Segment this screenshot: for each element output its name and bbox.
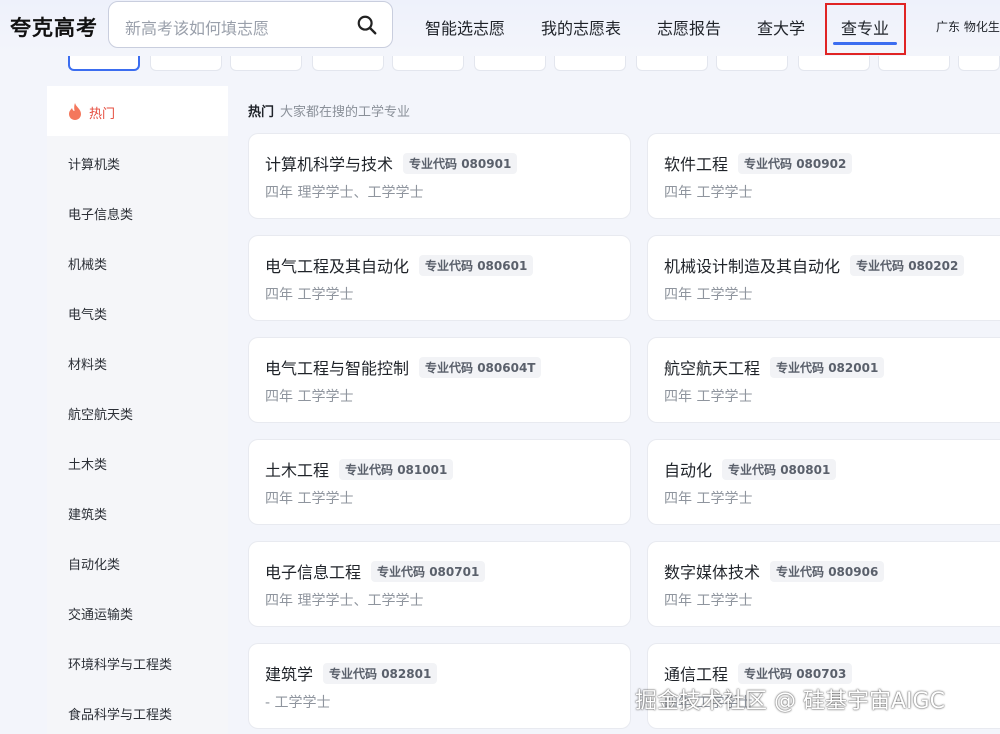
- major-card[interactable]: 建筑学 专业代码 082801 - 工学学士: [248, 643, 631, 729]
- filter-chip[interactable]: [636, 56, 708, 71]
- major-meta: - 工学学士: [265, 695, 331, 711]
- major-card[interactable]: 自动化 专业代码 080801 四年 工学学士: [647, 439, 1000, 525]
- major-meta: 四年 工学学士: [664, 593, 753, 609]
- major-meta: 四年 工学学士: [265, 389, 354, 405]
- major-meta: 四年 工学学士: [265, 491, 354, 507]
- nav-report[interactable]: 志愿报告: [657, 15, 721, 39]
- major-code-badge: 专业代码 080906: [770, 561, 885, 582]
- sidebar-item-mechanical[interactable]: 机械类: [68, 254, 107, 273]
- major-card[interactable]: 电气工程与智能控制 专业代码 080604T 四年 工学学士: [248, 337, 631, 423]
- major-name: 自动化: [664, 461, 713, 480]
- watermark: 掘金技术社区 @ 硅基宇宙AIGC: [635, 689, 945, 714]
- sidebar-item-automation[interactable]: 自动化类: [68, 554, 120, 573]
- major-card[interactable]: 航空航天工程 专业代码 082001 四年 工学学士: [647, 337, 1000, 423]
- major-name: 电气工程及其自动化: [265, 257, 410, 276]
- top-header: 夸克高考 新高考该如何填志愿 智能选志愿 我的志愿表 志愿报告 查大学 查专业 …: [0, 0, 1000, 55]
- major-code-badge: 专业代码 080601: [419, 255, 534, 276]
- major-name: 电气工程与智能控制: [265, 359, 410, 378]
- search-box[interactable]: 新高考该如何填志愿: [108, 1, 393, 48]
- major-meta: 四年 理学学士、工学学士: [265, 185, 424, 201]
- major-name: 航空航天工程: [664, 359, 761, 378]
- sidebar-item-architecture[interactable]: 建筑类: [68, 504, 107, 523]
- section-heading: 热门 大家都在搜的工学专业: [248, 101, 410, 120]
- major-card[interactable]: 计算机科学与技术 专业代码 080901 四年 理学学士、工学学士: [248, 133, 631, 219]
- filter-chip[interactable]: [312, 56, 384, 71]
- major-meta: 四年 工学学士: [664, 185, 753, 201]
- major-meta: 四年 工学学士: [664, 287, 753, 303]
- nav-smart-select[interactable]: 智能选志愿: [425, 15, 505, 39]
- major-code-badge: 专业代码 080703: [738, 663, 853, 684]
- flame-icon: [69, 103, 81, 120]
- category-sidebar: 热门 计算机类 电子信息类 机械类 电气类 材料类 航空航天类 土木类 建筑类 …: [47, 86, 228, 734]
- major-card[interactable]: 土木工程 专业代码 081001 四年 工学学士: [248, 439, 631, 525]
- major-name: 建筑学: [265, 665, 314, 684]
- sidebar-item-aerospace[interactable]: 航空航天类: [68, 404, 133, 423]
- major-name: 通信工程: [664, 665, 729, 684]
- major-code-badge: 专业代码 082001: [770, 357, 885, 378]
- filter-chip[interactable]: [798, 56, 870, 71]
- sidebar-item-transport[interactable]: 交通运输类: [68, 604, 133, 623]
- major-card[interactable]: 电子信息工程 专业代码 080701 四年 理学学士、工学学士: [248, 541, 631, 627]
- sidebar-item-food[interactable]: 食品科学与工程类: [68, 704, 172, 723]
- major-code-badge: 专业代码 080902: [738, 153, 853, 174]
- filter-chip-active[interactable]: [68, 56, 140, 71]
- sidebar-item-label: 热门: [89, 107, 116, 122]
- active-nav-highlight: [825, 3, 906, 55]
- search-icon[interactable]: [356, 14, 378, 36]
- sidebar-item-computer[interactable]: 计算机类: [68, 154, 120, 173]
- major-name: 软件工程: [664, 155, 729, 174]
- major-code-badge: 专业代码 082801: [323, 663, 438, 684]
- filter-chip[interactable]: [958, 56, 1000, 71]
- major-code-badge: 专业代码 080701: [371, 561, 486, 582]
- major-code-badge: 专业代码 080801: [722, 459, 837, 480]
- major-code-badge: 专业代码 081001: [339, 459, 454, 480]
- filter-chip[interactable]: [474, 56, 546, 71]
- major-name: 电子信息工程: [265, 563, 362, 582]
- filter-chip[interactable]: [230, 56, 302, 71]
- major-meta: 四年 工学学士: [664, 389, 753, 405]
- major-card[interactable]: 软件工程 专业代码 080902 四年 工学学士: [647, 133, 1000, 219]
- sidebar-item-civil[interactable]: 土木类: [68, 454, 107, 473]
- region-selector[interactable]: 广东 物化生: [936, 18, 1000, 35]
- major-card[interactable]: 数字媒体技术 专业代码 080906 四年 工学学士: [647, 541, 1000, 627]
- filter-chip[interactable]: [554, 56, 626, 71]
- major-name: 数字媒体技术: [664, 563, 761, 582]
- filter-chip[interactable]: [878, 56, 950, 71]
- major-meta: 四年 工学学士: [265, 287, 354, 303]
- search-input[interactable]: 新高考该如何填志愿: [125, 15, 269, 39]
- active-nav-underline: [833, 42, 897, 45]
- major-name: 机械设计制造及其自动化: [664, 257, 841, 276]
- major-card[interactable]: 机械设计制造及其自动化 专业代码 080202 四年 工学学士: [647, 235, 1000, 321]
- sidebar-item-electrical[interactable]: 电气类: [68, 304, 107, 323]
- section-title: 热门: [248, 105, 275, 120]
- major-meta: 四年 理学学士、工学学士: [265, 593, 424, 609]
- major-name: 土木工程: [265, 461, 330, 480]
- major-code-badge: 专业代码 080202: [850, 255, 965, 276]
- sidebar-item-materials[interactable]: 材料类: [68, 354, 107, 373]
- major-code-badge: 专业代码 080604T: [419, 357, 542, 378]
- filter-chip[interactable]: [150, 56, 222, 71]
- filter-chip[interactable]: [716, 56, 788, 71]
- major-name: 计算机科学与技术: [265, 155, 394, 174]
- sidebar-item-hot[interactable]: 热门: [47, 86, 228, 136]
- section-subtitle: 大家都在搜的工学专业: [280, 105, 411, 120]
- nav-universities[interactable]: 查大学: [757, 15, 805, 39]
- sidebar-item-electronics[interactable]: 电子信息类: [68, 204, 133, 223]
- sidebar-item-environment[interactable]: 环境科学与工程类: [68, 654, 172, 673]
- major-card[interactable]: 电气工程及其自动化 专业代码 080601 四年 工学学士: [248, 235, 631, 321]
- app-logo[interactable]: 夸克高考: [10, 12, 98, 42]
- major-meta: 四年 工学学士: [664, 491, 753, 507]
- filter-chip[interactable]: [392, 56, 464, 71]
- nav-my-wishlist[interactable]: 我的志愿表: [541, 15, 621, 39]
- major-code-badge: 专业代码 080901: [403, 153, 518, 174]
